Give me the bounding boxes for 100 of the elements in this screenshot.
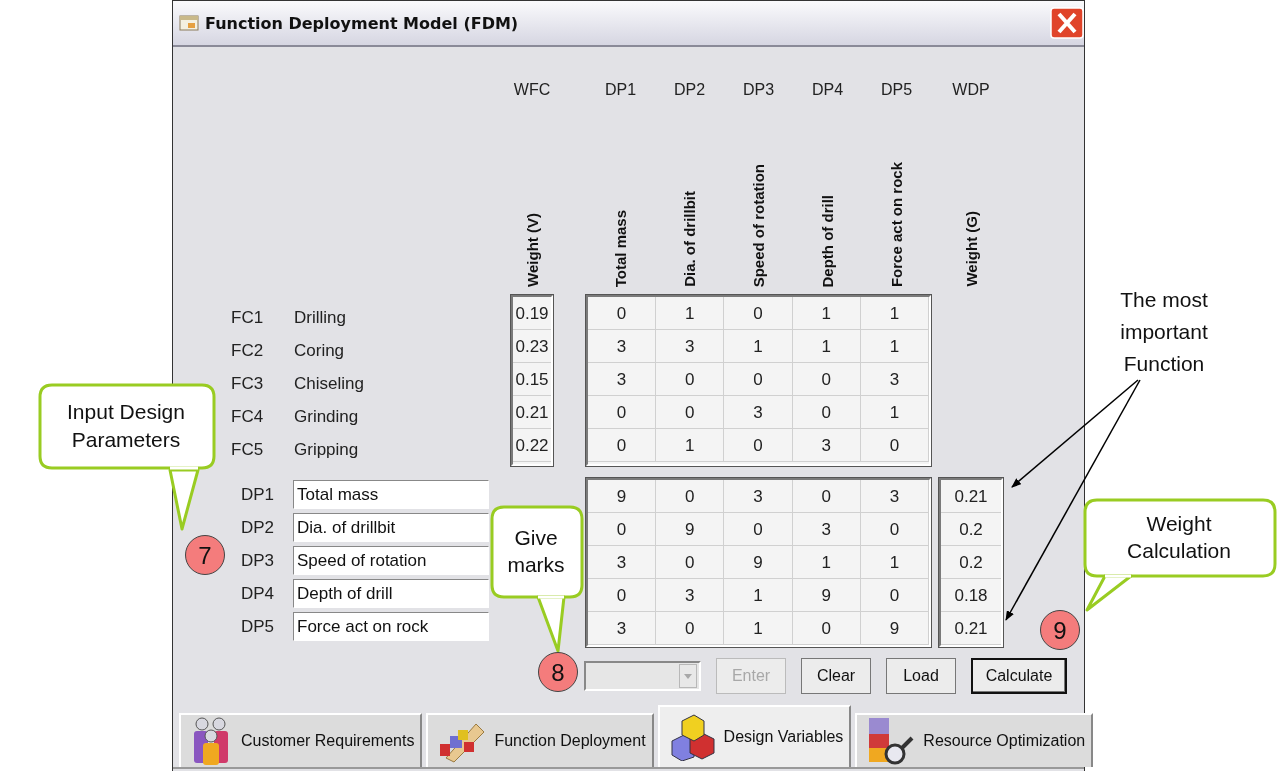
matrix-cell[interactable]: 1 bbox=[860, 396, 929, 429]
matrix-cell[interactable]: 0 bbox=[724, 363, 793, 396]
parameter-field[interactable]: Speed of rotation bbox=[293, 546, 489, 575]
parameter-code: DP3 bbox=[241, 550, 276, 571]
action-button[interactable]: Calculate bbox=[971, 658, 1067, 694]
weight-cell[interactable]: 0.2 bbox=[941, 513, 1001, 546]
matrix-cell[interactable]: 3 bbox=[588, 612, 657, 645]
matrix-cell[interactable]: 9 bbox=[588, 480, 657, 513]
tab[interactable]: Customer Requirements bbox=[179, 713, 423, 767]
matrix-cell[interactable]: 0 bbox=[860, 513, 929, 546]
matrix-cell[interactable]: 3 bbox=[656, 579, 725, 612]
parameter-field[interactable]: Dia. of drillbit bbox=[293, 513, 489, 542]
matrix-cell[interactable]: 1 bbox=[724, 612, 793, 645]
tab[interactable]: Function Deployment bbox=[426, 713, 654, 767]
matrix-cell[interactable]: 0 bbox=[792, 396, 861, 429]
column-code: DP3 bbox=[741, 80, 776, 100]
matrix-cell[interactable]: 1 bbox=[724, 330, 793, 363]
matrix-cell[interactable]: 9 bbox=[724, 546, 793, 579]
weight-cell[interactable]: 0.23 bbox=[513, 330, 551, 363]
function-code: FC4 bbox=[231, 406, 265, 427]
weight-cell[interactable]: 0.18 bbox=[941, 579, 1001, 612]
column-code: DP2 bbox=[672, 80, 707, 100]
matrix-cell[interactable]: 3 bbox=[792, 429, 861, 462]
parameter-field[interactable]: Force act on rock bbox=[293, 612, 489, 641]
column-code: WFC bbox=[512, 80, 552, 100]
column-code: DP5 bbox=[879, 80, 914, 100]
callout-text: Give marks bbox=[506, 524, 566, 578]
matrix-cell[interactable]: 1 bbox=[656, 297, 725, 330]
matrix-cell[interactable]: 3 bbox=[860, 363, 929, 396]
window-title: Function Deployment Model (FDM) bbox=[205, 13, 519, 33]
matrix-cell[interactable]: 1 bbox=[792, 330, 861, 363]
tab[interactable]: Design Variables bbox=[657, 705, 852, 767]
matrix-cell[interactable]: 0 bbox=[656, 480, 725, 513]
note-text: The most important Function bbox=[1119, 287, 1209, 377]
parameter-code: DP1 bbox=[241, 484, 276, 505]
matrix-cell[interactable]: 3 bbox=[860, 480, 929, 513]
parameter-field[interactable]: Total mass bbox=[293, 480, 489, 509]
matrix-cell[interactable]: 0 bbox=[792, 363, 861, 396]
matrix-cell[interactable]: 9 bbox=[656, 513, 725, 546]
matrix-cell[interactable]: 3 bbox=[724, 396, 793, 429]
weight-cell[interactable]: 0.19 bbox=[513, 297, 551, 330]
weight-cell[interactable]: 0.21 bbox=[941, 612, 1001, 645]
matrix-cell[interactable]: 0 bbox=[724, 429, 793, 462]
column-label: Force act on rock bbox=[888, 161, 905, 287]
matrix-cell[interactable]: 1 bbox=[656, 429, 725, 462]
matrix-cell[interactable]: 1 bbox=[860, 546, 929, 579]
column-label: Total mass bbox=[612, 209, 629, 287]
function-name: Chiseling bbox=[294, 373, 364, 394]
matrix-cell[interactable]: 0 bbox=[860, 579, 929, 612]
matrix-cell[interactable]: 0 bbox=[656, 363, 725, 396]
weight-cell[interactable]: 0.2 bbox=[941, 546, 1001, 579]
weight-cell[interactable]: 0.15 bbox=[513, 363, 551, 396]
function-name: Coring bbox=[294, 340, 345, 361]
matrix-cell[interactable]: 3 bbox=[656, 330, 725, 363]
matrix-cell[interactable]: 9 bbox=[860, 612, 929, 645]
action-button[interactable]: Clear bbox=[801, 658, 871, 694]
matrix-cell[interactable]: 0 bbox=[588, 513, 657, 546]
matrix-cell[interactable]: 0 bbox=[588, 297, 657, 330]
tab[interactable]: Resource Optimization bbox=[855, 713, 1094, 767]
parameter-field[interactable]: Depth of drill bbox=[293, 579, 489, 608]
function-code: FC3 bbox=[231, 373, 265, 394]
weight-cell[interactable]: 0.21 bbox=[513, 396, 551, 429]
column-code: DP4 bbox=[810, 80, 845, 100]
matrix-cell[interactable]: 0 bbox=[588, 429, 657, 462]
action-button[interactable]: Load bbox=[886, 658, 956, 694]
matrix-cell[interactable]: 0 bbox=[656, 396, 725, 429]
matrix-cell[interactable]: 3 bbox=[724, 480, 793, 513]
matrix-cell[interactable]: 3 bbox=[588, 363, 657, 396]
column-label: Depth of drill bbox=[819, 194, 836, 287]
function-code: FC1 bbox=[231, 307, 265, 328]
matrix-cell[interactable]: 3 bbox=[588, 330, 657, 363]
parameter-code: DP4 bbox=[241, 583, 276, 604]
matrix-cell[interactable]: 0 bbox=[588, 579, 657, 612]
matrix-cell[interactable]: 1 bbox=[792, 546, 861, 579]
weight-cell[interactable]: 0.22 bbox=[513, 429, 551, 462]
column-label: Speed of rotation bbox=[750, 163, 767, 287]
matrix-cell[interactable]: 3 bbox=[588, 546, 657, 579]
matrix-cell[interactable]: 0 bbox=[792, 480, 861, 513]
weight-cell[interactable]: 0.21 bbox=[941, 480, 1001, 513]
matrix-cell[interactable]: 0 bbox=[588, 396, 657, 429]
window-icon bbox=[179, 14, 199, 32]
column-label: Dia. of drillbit bbox=[681, 191, 698, 287]
parameter-code: DP5 bbox=[241, 616, 276, 637]
matrix-cell[interactable]: 1 bbox=[792, 297, 861, 330]
matrix-cell[interactable]: 1 bbox=[724, 579, 793, 612]
matrix-cell[interactable]: 0 bbox=[792, 612, 861, 645]
matrix-cell[interactable]: 0 bbox=[656, 546, 725, 579]
column-label: Weight (V) bbox=[523, 213, 541, 287]
column-label: Weight (G) bbox=[962, 211, 980, 287]
matrix-cell[interactable]: 1 bbox=[860, 330, 929, 363]
callout-text: Input Design Parameters bbox=[66, 399, 186, 453]
matrix-cell[interactable]: 3 bbox=[792, 513, 861, 546]
matrix-cell[interactable]: 0 bbox=[860, 429, 929, 462]
matrix-cell[interactable]: 0 bbox=[724, 513, 793, 546]
matrix-cell[interactable]: 9 bbox=[792, 579, 861, 612]
matrix-cell[interactable]: 1 bbox=[860, 297, 929, 330]
close-icon[interactable] bbox=[1050, 7, 1084, 39]
callout-text: Weight Calculation bbox=[1126, 510, 1232, 564]
matrix-cell[interactable]: 0 bbox=[656, 612, 725, 645]
matrix-cell[interactable]: 0 bbox=[724, 297, 793, 330]
